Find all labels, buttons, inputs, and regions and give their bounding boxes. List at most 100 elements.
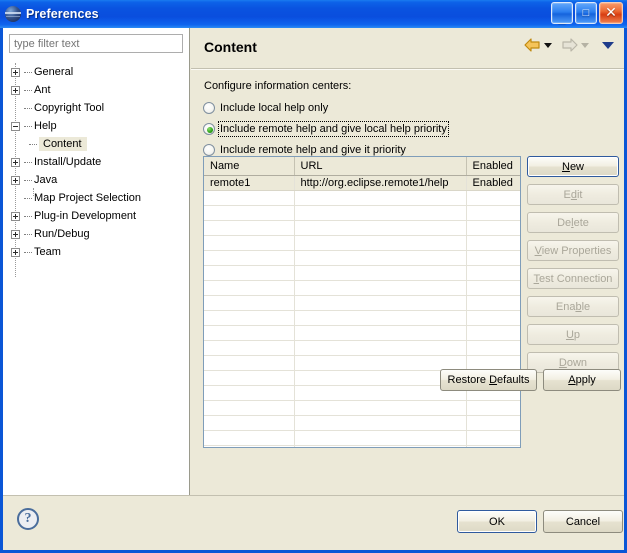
sidebar-item-label: Ant	[34, 84, 51, 96]
sidebar-item-ant[interactable]: Ant	[3, 81, 189, 99]
sidebar-item-team[interactable]: Team	[3, 243, 189, 261]
tree-connector	[24, 233, 32, 235]
cell-empty	[294, 445, 467, 447]
table-empty-row[interactable]	[204, 280, 520, 296]
cell-empty	[294, 430, 467, 446]
table-empty-row[interactable]	[204, 190, 520, 206]
cell-empty	[294, 190, 467, 206]
test-connection-button[interactable]: Test Connection	[527, 268, 619, 289]
sidebar-item-java[interactable]: Java	[3, 171, 189, 189]
filter-input[interactable]	[9, 34, 183, 53]
enable-button[interactable]: Enable	[527, 296, 619, 317]
cell-empty	[466, 430, 520, 446]
radio-indicator-icon	[203, 101, 215, 114]
column-header-url[interactable]: URL	[294, 157, 467, 176]
new-button[interactable]: New	[527, 156, 619, 177]
sidebar-item-map-project-selection[interactable]: Map Project Selection	[3, 189, 189, 207]
cell-empty	[294, 340, 467, 356]
view-properties-button[interactable]: View Properties	[527, 240, 619, 261]
cell-empty	[294, 235, 467, 251]
edit-button-label: Edit	[563, 188, 583, 201]
expand-plus-icon[interactable]	[11, 229, 20, 239]
group-label: Configure information centers:	[204, 80, 352, 92]
table-empty-row[interactable]	[204, 430, 520, 446]
view-menu-chevron-icon[interactable]	[602, 41, 614, 49]
cell-empty	[466, 415, 520, 431]
cancel-button[interactable]: Cancel	[543, 510, 623, 533]
cell-empty	[204, 430, 295, 446]
sidebar-item-content[interactable]: Content	[3, 135, 189, 153]
cell-empty	[466, 445, 520, 447]
table-empty-row[interactable]	[204, 265, 520, 281]
information-centers-table[interactable]: Name URL Enabled remote1 http://org.ecli…	[203, 156, 521, 448]
radio-include-local-help-only[interactable]: Include local help only	[203, 99, 328, 116]
back-history-chevron-down-icon[interactable]	[544, 42, 552, 48]
apply-label: Apply	[568, 374, 596, 386]
table-empty-row[interactable]	[204, 340, 520, 356]
column-header-name[interactable]: Name	[204, 157, 295, 176]
cell-empty	[204, 295, 295, 311]
expand-plus-icon[interactable]	[11, 211, 20, 221]
cell-empty	[466, 325, 520, 341]
table-empty-row[interactable]	[204, 295, 520, 311]
table-actions: New Edit Delete View Properties Test Con…	[527, 156, 619, 373]
sidebar-item-plug-in-development[interactable]: Plug-in Development	[3, 207, 189, 225]
edit-button[interactable]: Edit	[527, 184, 619, 205]
table-empty-row[interactable]	[204, 415, 520, 431]
delete-button-label: Delete	[557, 216, 589, 229]
minimize-button[interactable]: _	[551, 2, 573, 24]
up-button-label: Up	[565, 328, 581, 341]
sidebar-item-run-debug[interactable]: Run/Debug	[3, 225, 189, 243]
apply-button[interactable]: Apply	[543, 369, 621, 391]
tree-connector	[24, 215, 32, 217]
table-row[interactable]: remote1 http://org.eclipse.remote1/help …	[204, 175, 520, 191]
table-empty-row[interactable]	[204, 325, 520, 341]
expand-plus-icon[interactable]	[11, 175, 20, 185]
table-empty-row[interactable]	[204, 400, 520, 416]
maximize-button[interactable]: □	[575, 2, 597, 24]
expand-plus-icon[interactable]	[11, 67, 20, 77]
delete-button[interactable]: Delete	[527, 212, 619, 233]
back-arrow-icon[interactable]	[524, 38, 541, 52]
radio-include-remote-local-priority[interactable]: Include remote help and give local help …	[203, 120, 449, 137]
sidebar-item-copyright-tool[interactable]: Copyright Tool	[3, 99, 189, 117]
tree-connector	[24, 251, 32, 253]
table-empty-row[interactable]	[204, 220, 520, 236]
cell-empty	[204, 235, 295, 251]
column-header-enabled[interactable]: Enabled	[466, 157, 520, 176]
up-button[interactable]: Up	[527, 324, 619, 345]
maximize-icon: □	[582, 6, 590, 19]
sidebar-item-install-update[interactable]: Install/Update	[3, 153, 189, 171]
window-title: Preferences	[26, 7, 99, 21]
cell-empty	[466, 400, 520, 416]
expand-plus-icon[interactable]	[11, 157, 20, 167]
sidebar-item-label: Copyright Tool	[34, 102, 105, 114]
cell-empty	[204, 325, 295, 341]
cell-empty	[204, 400, 295, 416]
tree-connector	[24, 71, 32, 73]
cell-empty	[294, 280, 467, 296]
table-empty-row[interactable]	[204, 205, 520, 221]
ok-button[interactable]: OK	[457, 510, 537, 533]
forward-arrow-icon	[561, 38, 578, 52]
tree-connector	[24, 89, 32, 91]
table-empty-row[interactable]	[204, 355, 520, 371]
cell-empty	[294, 355, 467, 371]
collapse-minus-icon[interactable]	[11, 121, 20, 131]
expand-plus-icon[interactable]	[11, 247, 20, 257]
table-empty-row[interactable]	[204, 235, 520, 251]
restore-defaults-button[interactable]: Restore Defaults	[440, 369, 537, 391]
table-empty-row[interactable]	[204, 250, 520, 266]
restore-defaults-label: Restore Defaults	[447, 374, 530, 386]
table-empty-row[interactable]	[204, 310, 520, 326]
sidebar-item-general[interactable]: General	[3, 63, 189, 81]
expand-plus-icon[interactable]	[11, 85, 20, 95]
sidebar-item-help[interactable]: Help	[3, 117, 189, 135]
leaf-spacer-icon	[11, 104, 20, 113]
cell-empty	[204, 415, 295, 431]
table-empty-row[interactable]	[204, 445, 520, 447]
cell-empty	[466, 250, 520, 266]
close-button[interactable]: ✕	[599, 2, 623, 24]
question-mark-icon[interactable]: ?	[17, 508, 39, 530]
cell-empty	[294, 325, 467, 341]
